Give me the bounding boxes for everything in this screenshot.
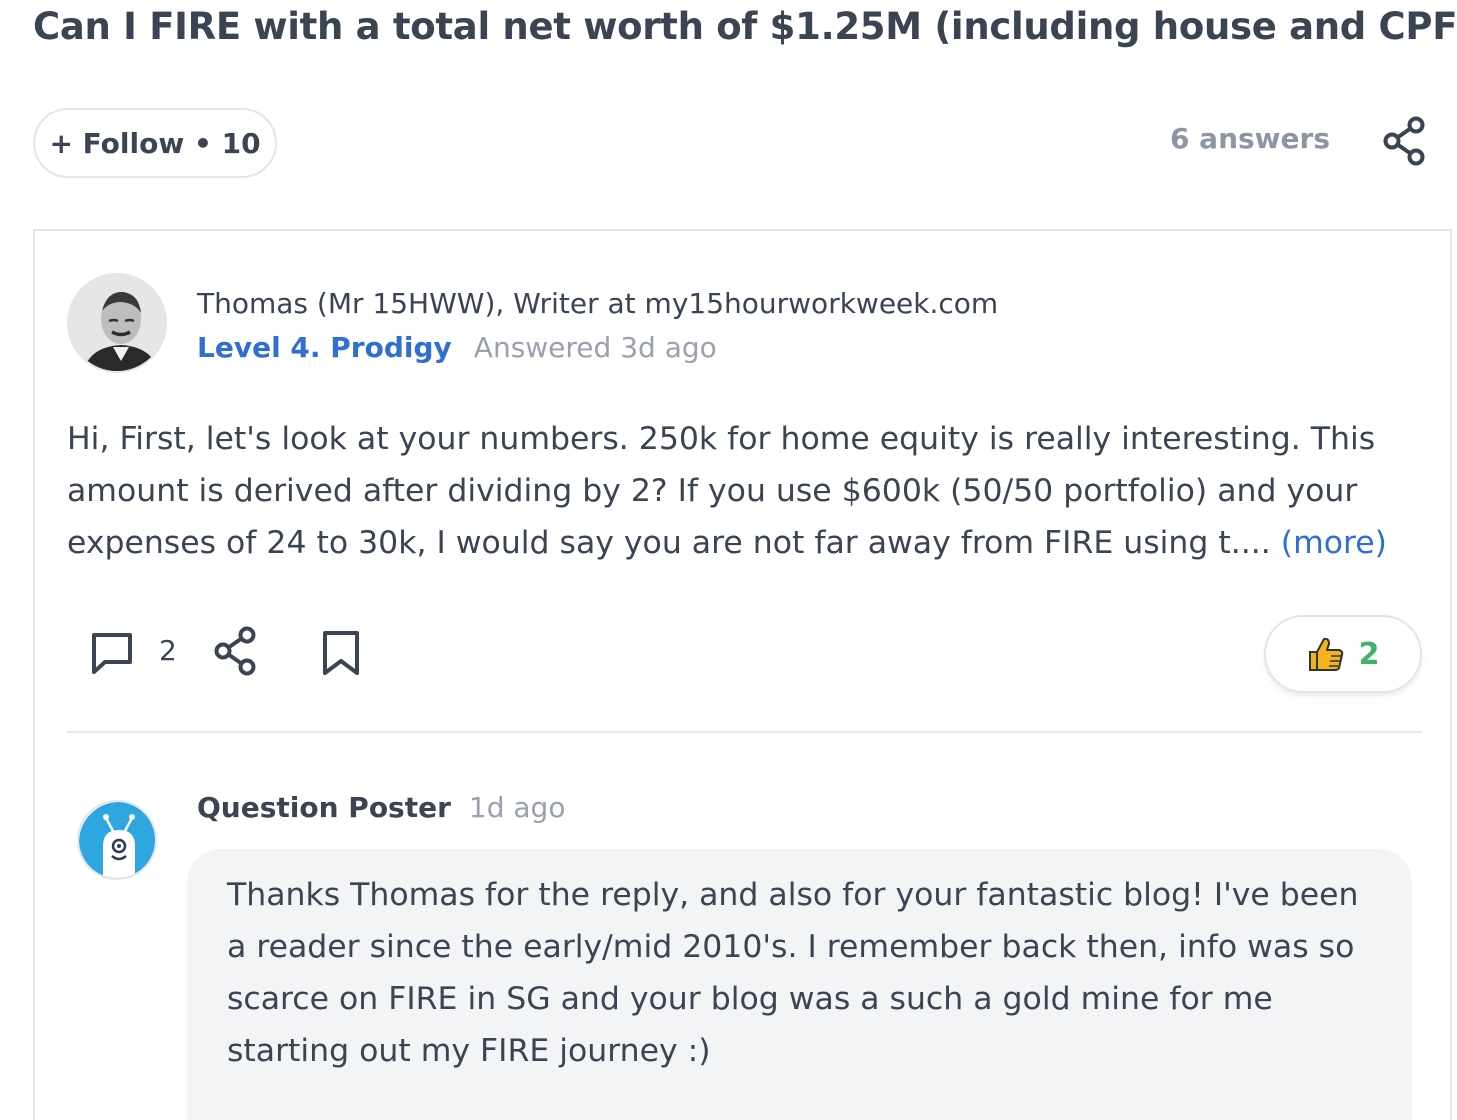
follow-button[interactable]: + Follow • 10: [33, 108, 277, 178]
share-icon[interactable]: [1382, 116, 1428, 166]
thumbs-up-icon: [1308, 637, 1343, 671]
bookmark-icon[interactable]: [319, 628, 363, 678]
answer-card: Thomas (Mr 15HWW), Writer at my15hourwor…: [33, 229, 1452, 1120]
like-button[interactable]: 2: [1264, 615, 1422, 693]
robot-mascot-icon: [79, 802, 155, 878]
answered-time: Answered 3d ago: [473, 331, 717, 364]
reply-time: 1d ago: [468, 791, 566, 824]
comment-count: 2: [159, 634, 177, 667]
author-meta: Level 4. Prodigy Answered 3d ago: [197, 331, 717, 364]
question-title: Can I FIRE with a total net worth of $1.…: [33, 5, 1457, 48]
answer-actions: 2 2: [67, 615, 1422, 706]
reply-text: Thanks Thomas for the reply, and also fo…: [227, 877, 1359, 1069]
reply-bubble: Thanks Thomas for the reply, and also fo…: [187, 849, 1412, 1120]
author-level-badge[interactable]: Level 4. Prodigy: [197, 331, 452, 364]
author-name[interactable]: Thomas (Mr 15HWW), Writer at my15hourwor…: [197, 287, 998, 320]
reply-author-name[interactable]: Question Poster: [197, 791, 451, 824]
answer-text: Hi, First, let's look at your numbers. 2…: [67, 421, 1376, 561]
comment-icon[interactable]: [89, 630, 135, 676]
question-poster-avatar[interactable]: [77, 800, 157, 880]
share-icon[interactable]: [213, 626, 259, 676]
divider: [67, 731, 1422, 733]
answers-count[interactable]: 6 answers: [1160, 122, 1330, 155]
author-portrait-icon: [69, 275, 165, 371]
more-link[interactable]: (more): [1281, 525, 1387, 561]
author-avatar[interactable]: [67, 273, 167, 373]
reply-author: Question Poster 1d ago: [197, 791, 565, 824]
like-count: 2: [1358, 636, 1380, 672]
answer-body: Hi, First, let's look at your numbers. 2…: [67, 413, 1437, 569]
